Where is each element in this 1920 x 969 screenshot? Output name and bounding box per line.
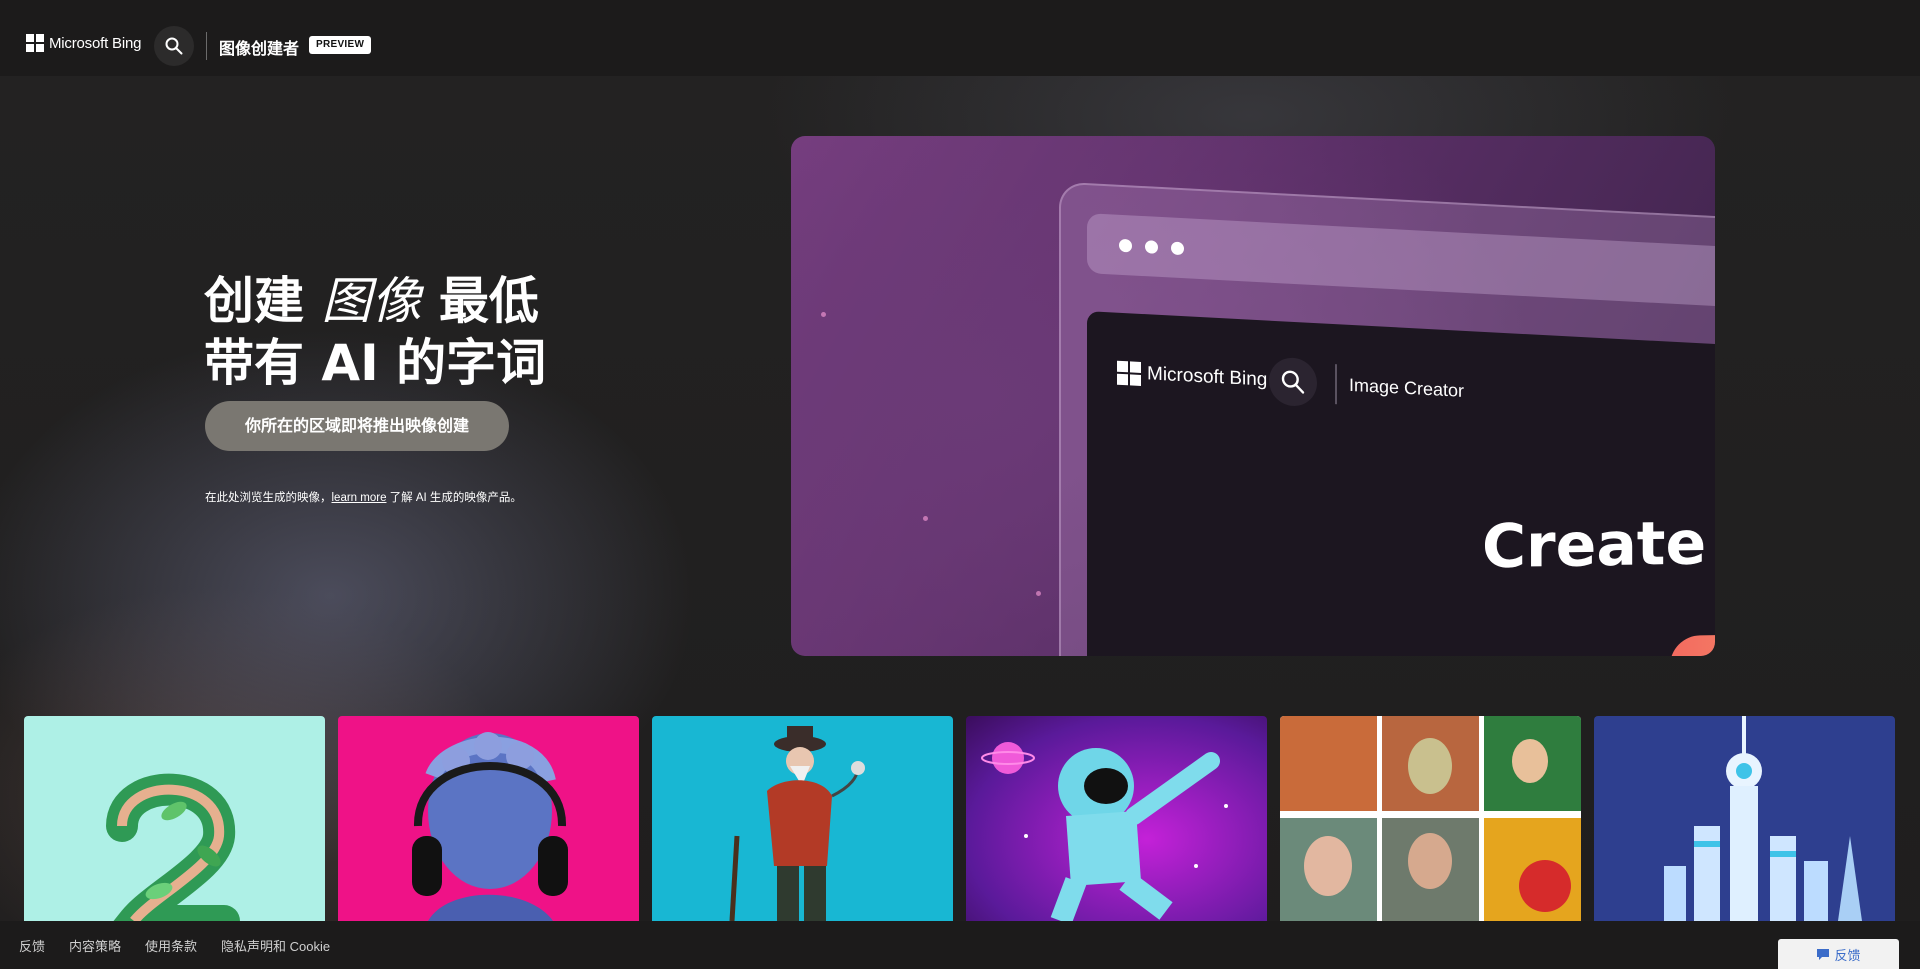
mock-browser-window: Microsoft Bing Image Creator Create ima <box>1059 181 1715 656</box>
mock-create-word: Create <box>1482 508 1707 583</box>
top-header: Microsoft Bing 图像创建者 PREVIEW <box>0 0 1920 76</box>
astronaut-space-image <box>981 742 1228 921</box>
hero-title: 创建 图像 最低 带有 AI 的字词 <box>204 270 546 394</box>
sparkle-decoration <box>821 312 826 317</box>
windows-logo-icon <box>1117 360 1141 386</box>
chat-bubble-icon <box>1816 948 1830 961</box>
hero-note-prefix: 在此处浏览生成的映像， <box>205 492 332 504</box>
footer: 反馈 内容策略 使用条款 隐私声明和 Cookie <box>0 921 1920 969</box>
footer-link-privacy[interactable]: 隐私声明和 Cookie <box>221 936 330 955</box>
old-man-walking-image <box>729 726 865 921</box>
hero-note: 在此处浏览生成的映像，learn more 了解 AI 生成的映像产品。 <box>205 489 522 505</box>
sparkle-decoration <box>1036 591 1041 596</box>
mock-search-icon-wrap <box>1269 356 1317 408</box>
mock-pill-button <box>1670 633 1715 656</box>
window-dot-icon <box>1119 238 1132 253</box>
region-coming-soon-button[interactable]: 你所在的区域即将推出映像创建 <box>205 401 509 451</box>
search-icon <box>1281 370 1305 394</box>
window-dot-icon <box>1145 240 1158 254</box>
hero-title-word: 最低 <box>438 272 539 330</box>
gallery-thumbnail[interactable] <box>966 716 1267 921</box>
learn-more-link[interactable]: learn more <box>332 492 387 504</box>
windows-logo-icon <box>26 34 44 52</box>
product-title-link[interactable]: 图像创建者 <box>219 35 299 59</box>
mock-browser-bar <box>1087 213 1715 309</box>
feedback-button[interactable]: 反馈 <box>1778 939 1899 969</box>
gallery-thumbnail[interactable] <box>338 716 639 921</box>
hero-title-line2: 带有 AI 的字词 <box>204 334 547 392</box>
brand-name: Microsoft Bing <box>49 34 142 52</box>
gallery-thumbnail[interactable] <box>1280 716 1581 921</box>
mock-brand-name: Microsoft Bing <box>1147 363 1268 391</box>
mock-product-name: Image Creator <box>1349 374 1465 401</box>
mock-brand: Microsoft Bing <box>1117 360 1268 393</box>
search-button[interactable] <box>154 26 194 66</box>
footer-link-feedback[interactable]: 反馈 <box>19 936 45 955</box>
number-two-leaves-image <box>106 773 240 921</box>
footer-link-terms[interactable]: 使用条款 <box>145 936 197 955</box>
gallery-thumbnail[interactable] <box>652 716 953 921</box>
footer-link-content-policy[interactable]: 内容策略 <box>69 936 121 955</box>
mock-divider <box>1335 364 1337 405</box>
search-icon <box>165 37 183 55</box>
futuristic-city-image <box>1664 716 1862 921</box>
bing-logo-link[interactable]: Microsoft Bing <box>26 34 141 52</box>
statue-headphones-image <box>412 732 568 921</box>
mock-browser-screen: Microsoft Bing Image Creator Create ima <box>1087 311 1715 656</box>
window-dot-icon <box>1171 241 1184 256</box>
portrait-collage-image <box>1280 716 1581 921</box>
preview-badge: PREVIEW <box>309 36 372 54</box>
hero-title-line1: 创建 图像 最低 <box>204 270 546 332</box>
gallery-thumbnail[interactable] <box>24 716 325 921</box>
header-divider <box>206 32 207 60</box>
feedback-button-label: 反馈 <box>1834 947 1861 963</box>
sparkle-decoration <box>923 516 928 521</box>
hero-title-word: 创建 <box>204 272 304 330</box>
hero-promo-image: Microsoft Bing Image Creator Create ima <box>791 136 1715 656</box>
gallery-row <box>24 716 1896 921</box>
mock-create-text: Create ima <box>1482 506 1715 582</box>
hero-title-emphasis: 图像 <box>321 272 422 330</box>
gallery-thumbnail[interactable] <box>1594 716 1895 921</box>
hero-note-suffix: 了解 AI 生成的映像产品。 <box>386 492 522 504</box>
